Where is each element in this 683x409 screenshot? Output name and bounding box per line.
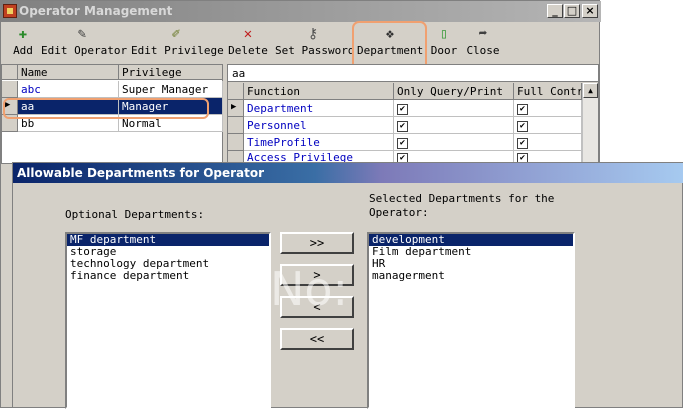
full-control-cell[interactable]: ✔ [514,100,582,117]
dialog-title: Allowable Departments for Operator [17,166,265,180]
maximize-button[interactable]: □ [564,4,580,18]
permission-operator-label: aa [228,65,598,82]
scroll-up-icon[interactable]: ▲ [583,83,598,98]
operator-name-cell[interactable]: abc [18,81,119,98]
optional-departments-list[interactable]: MF department storage technology departm… [65,232,271,409]
door-icon: ▯ [439,26,449,42]
selected-departments-label: Selected Departments for the [369,192,555,205]
add-icon: ✚ [18,26,28,42]
edit-operator-label: Edit Operator [41,44,128,57]
add-button[interactable]: ✚ Add [9,24,37,64]
row-selector[interactable] [2,81,18,98]
column-header-full-control[interactable]: Full Control [514,83,582,100]
edit-operator-icon: ✎ [77,26,87,42]
row-selector[interactable] [228,117,244,134]
edit-privilege-label: Edit Privilege [131,44,224,57]
checkbox[interactable]: ✔ [517,103,528,115]
set-password-button[interactable]: ⚷ Set Password [275,24,355,64]
function-cell[interactable]: TimeProfile [244,134,394,151]
row-header-corner [228,83,244,100]
delete-label: Delete [228,44,268,57]
query-cell[interactable]: ✔ [394,100,514,117]
door-button[interactable]: ▯ Door [429,24,459,64]
close-window-button[interactable]: × [582,4,598,18]
add-label: Add [13,44,33,57]
door-label: Door [430,44,458,57]
full-control-cell[interactable]: ✔ [514,134,582,151]
checkbox[interactable]: ✔ [517,137,528,149]
row-header-corner [2,65,18,80]
edit-privilege-icon: ✐ [171,26,181,42]
checkbox[interactable]: ✔ [397,120,408,132]
window-title: Operator Management [19,4,173,18]
selected-departments-list[interactable]: development Film department HR managerme… [367,232,575,409]
list-item[interactable]: managerment [369,270,573,282]
remove-all-button[interactable]: << [280,328,354,350]
delete-button[interactable]: ✕ Delete [227,24,269,64]
checkbox[interactable]: ✔ [397,103,408,115]
selected-departments-label-line2: Operator: [369,206,429,219]
close-label: Close [466,44,500,57]
operator-privilege-cell[interactable]: Super Manager [119,81,223,98]
permission-table: Function Only Query/Print Full Control ▶… [228,83,582,165]
list-item[interactable]: finance department [67,270,269,282]
close-arrow-icon: ➦ [478,26,488,42]
watermark-text: No: [270,262,349,316]
optional-departments-label: Optional Departments: [65,208,205,221]
delete-icon: ✕ [243,26,253,42]
full-control-cell[interactable]: ✔ [514,117,582,134]
title-bar[interactable]: Operator Management _ □ × [1,1,601,22]
query-cell[interactable]: ✔ [394,117,514,134]
column-header-name[interactable]: Name [18,65,119,80]
checkbox[interactable]: ✔ [517,120,528,132]
row-highlight-annotation [3,98,209,119]
current-row-indicator[interactable]: ▶ [228,100,244,117]
checkbox[interactable]: ✔ [397,137,408,149]
set-password-label: Set Password [275,44,355,57]
column-header-privilege[interactable]: Privilege [119,65,223,80]
minimize-button[interactable]: _ [547,4,563,18]
column-header-query[interactable]: Only Query/Print [394,83,514,100]
row-selector[interactable] [228,134,244,151]
edit-operator-button[interactable]: ✎ Edit Operator [41,24,128,64]
app-icon [3,4,17,18]
close-button[interactable]: ➦ Close [465,24,501,64]
add-all-button[interactable]: >> [280,232,354,254]
permission-grid: aa Function Only Query/Print Full Contro… [227,64,599,165]
dialog-title-bar[interactable]: Allowable Departments for Operator [13,163,683,183]
function-cell[interactable]: Personnel [244,117,394,134]
function-cell[interactable]: Department [244,100,394,117]
edit-privilege-button[interactable]: ✐ Edit Privilege [131,24,224,64]
list-item[interactable]: Film department [369,246,573,258]
key-icon: ⚷ [307,26,319,42]
query-cell[interactable]: ✔ [394,134,514,151]
column-header-function[interactable]: Function [244,83,394,100]
vertical-scrollbar[interactable]: ▲ [582,83,598,165]
